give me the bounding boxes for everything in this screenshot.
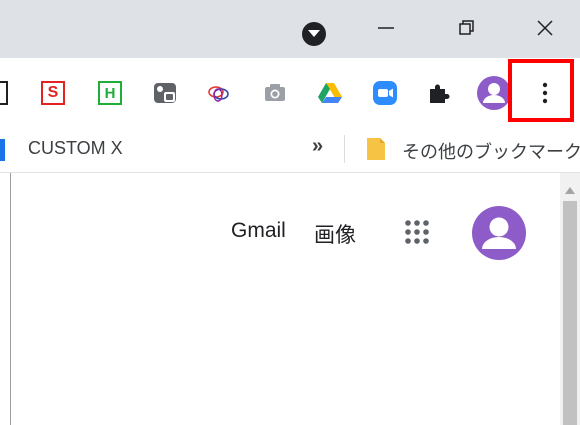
bookmark-custom-x[interactable]: CUSTOM X [28,138,123,159]
zoom-icon [373,81,397,105]
bookmarks-bar: CUSTOM X » その他のブックマーク [0,126,580,173]
minimize-button[interactable] [363,10,409,46]
menu-highlight-box [508,59,574,122]
page-scrollbar[interactable] [560,173,580,425]
browser-toolbar: S H [0,58,580,126]
google-account-button[interactable] [472,206,526,260]
partial-extension-icon[interactable] [0,81,8,105]
s-extension-button[interactable]: S [40,80,66,106]
s-extension-label: S [47,84,59,101]
camera-extension-button[interactable] [262,80,288,106]
h-extension-label: H [104,84,116,102]
bookmarks-divider [344,135,345,163]
tab-search-button[interactable] [302,22,326,46]
close-button[interactable] [522,10,568,46]
folder-icon [367,138,385,160]
h-extension-button[interactable]: H [97,80,123,106]
avatar-icon [477,76,511,110]
restore-icon [459,20,474,35]
s-extension-icon: S [41,81,65,105]
google-apps-button[interactable] [399,214,435,250]
minimize-icon [378,27,394,29]
scrollbar-thumb[interactable] [563,201,577,425]
chevron-down-icon [308,30,320,37]
rings-icon [208,86,229,102]
close-icon [537,20,553,36]
account-avatar-icon [472,206,526,260]
apps-grid-icon [405,220,429,244]
extensions-button[interactable] [426,80,452,106]
profile-button[interactable] [477,76,511,110]
google-drive-extension-button[interactable] [317,80,343,106]
other-bookmarks-label: その他のブックマーク [402,142,580,162]
scroll-up-arrow-icon[interactable] [560,181,580,201]
cast-extension-icon [154,83,176,103]
puzzle-icon [430,84,450,103]
images-link[interactable]: 画像 [314,219,356,249]
google-drive-icon [318,83,342,103]
gmail-link[interactable]: Gmail [231,219,286,243]
folder-edge-icon [0,139,5,161]
zoom-extension-button[interactable] [372,80,398,106]
rings-extension-button[interactable] [206,80,232,106]
restore-button[interactable] [444,10,490,46]
other-bookmarks-button[interactable]: その他のブックマーク [362,126,580,172]
page-content: Gmail 画像 [10,173,559,425]
h-extension-icon: H [98,81,122,105]
cast-extension-button[interactable] [152,80,178,106]
bookmarks-overflow-button[interactable]: » [312,135,323,158]
camera-icon [265,84,285,101]
window-titlebar [0,0,580,58]
